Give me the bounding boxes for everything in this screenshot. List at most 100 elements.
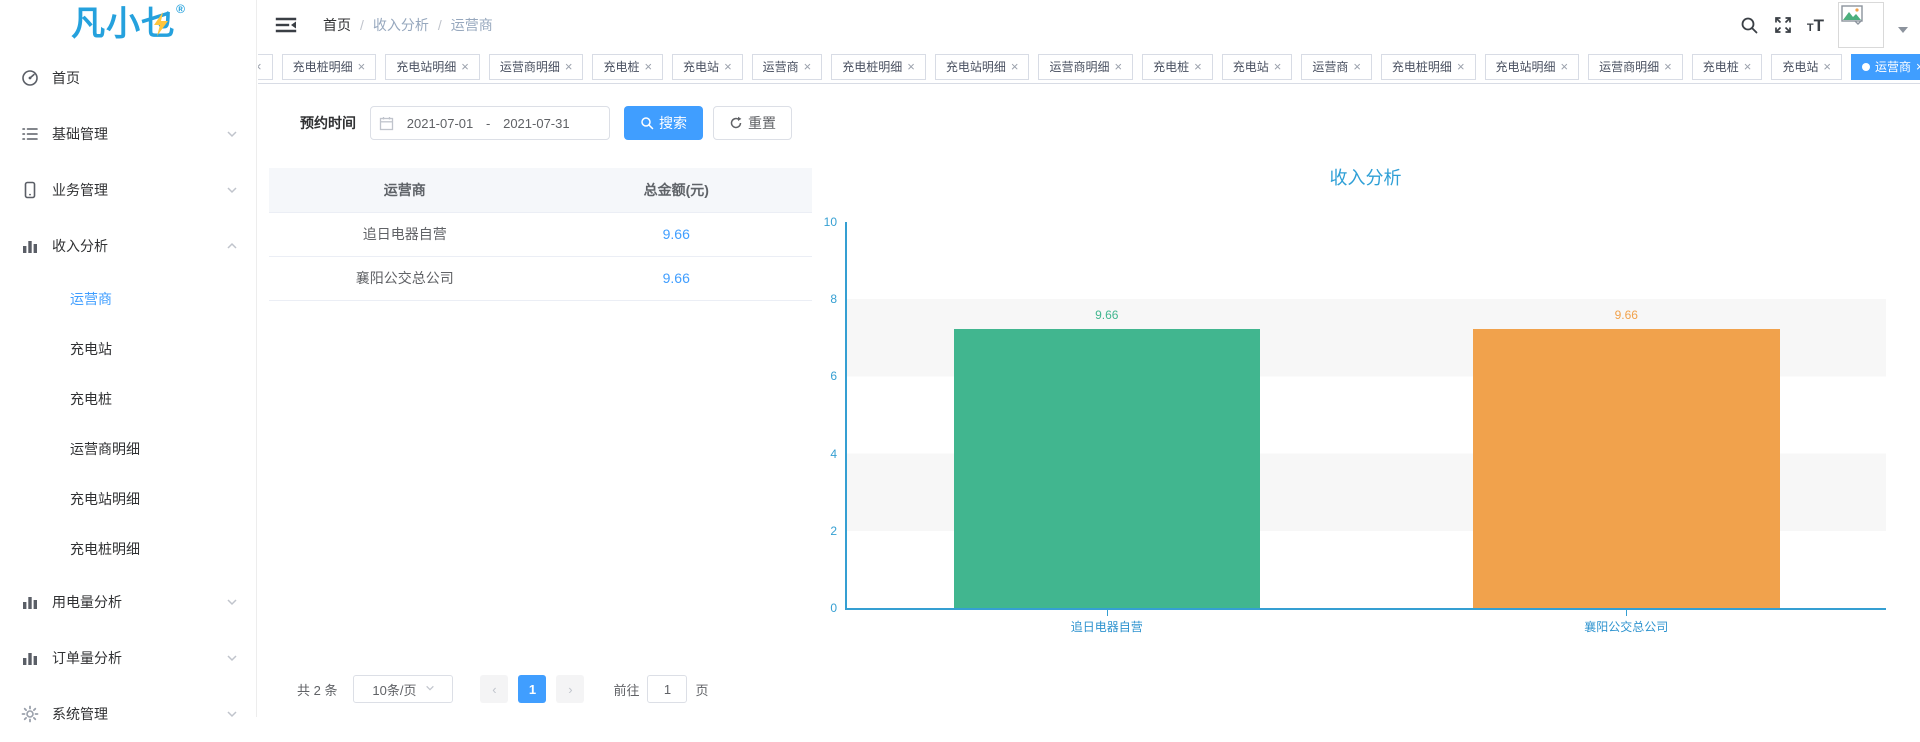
x-axis-tick xyxy=(1107,610,1108,616)
tab-item-active[interactable]: 运营商× xyxy=(1851,54,1920,80)
reset-button[interactable]: 重置 xyxy=(713,106,792,140)
date-end-input[interactable] xyxy=(494,116,578,131)
date-start-input[interactable] xyxy=(398,116,482,131)
close-icon[interactable]: × xyxy=(724,60,732,73)
close-icon[interactable]: × xyxy=(1274,60,1282,73)
next-page-button[interactable]: › xyxy=(556,675,584,703)
chevron-up-icon xyxy=(226,240,238,252)
tab-item[interactable]: 运营商× xyxy=(1301,54,1372,80)
submenu-item-pile-detail[interactable]: 充电桩明细 xyxy=(0,524,256,574)
sidebar-item-basic-mgmt[interactable]: 基础管理 xyxy=(0,106,256,162)
tab-item[interactable]: 运营商× xyxy=(258,54,273,80)
sidebar-item-order-analysis[interactable]: 订单量分析 xyxy=(0,630,256,686)
sidebar-item-system-mgmt[interactable]: 系统管理 xyxy=(0,686,256,742)
page-number-active[interactable]: 1 xyxy=(518,675,546,703)
bar-chart-icon xyxy=(20,236,40,256)
close-icon[interactable]: × xyxy=(644,60,652,73)
tab-item[interactable]: 充电桩× xyxy=(1692,54,1763,80)
close-icon[interactable]: × xyxy=(358,60,366,73)
y-axis-tick: 4 xyxy=(807,447,837,461)
tab-bar: 运营商× 充电桩明细× 充电站明细× 运营商明细× 充电桩× 充电站× 运营商×… xyxy=(258,50,1920,84)
bar-zhuiri xyxy=(954,329,1261,608)
bar-chart-icon xyxy=(20,592,40,612)
submenu-item-station-detail[interactable]: 充电站明细 xyxy=(0,474,256,524)
phone-icon xyxy=(20,180,40,200)
tab-item[interactable]: 充电站× xyxy=(672,54,743,80)
close-icon[interactable]: × xyxy=(1916,60,1920,73)
table-header-row: 运营商 总金额(元) xyxy=(269,168,812,212)
fullscreen-icon[interactable] xyxy=(1773,15,1793,35)
sidebar-collapse-icon[interactable] xyxy=(275,15,297,35)
topbar-actions: TT xyxy=(1739,2,1920,48)
chevron-down-icon[interactable] xyxy=(1898,27,1908,33)
tab-item[interactable]: 充电站× xyxy=(1771,54,1842,80)
operator-cell: 襄阳公交总公司 xyxy=(269,256,541,300)
calendar-icon xyxy=(379,116,394,131)
close-icon[interactable]: × xyxy=(804,60,812,73)
sidebar-item-income-analysis[interactable]: 收入分析 xyxy=(0,218,256,274)
close-icon[interactable]: × xyxy=(461,60,469,73)
tab-item[interactable]: 充电桩× xyxy=(1142,54,1213,80)
tab-item[interactable]: 充电站明细× xyxy=(935,54,1030,80)
close-icon[interactable]: × xyxy=(1744,60,1752,73)
submenu-item-operator-detail[interactable]: 运营商明细 xyxy=(0,424,256,474)
close-icon[interactable]: × xyxy=(1115,60,1123,73)
dashboard-icon xyxy=(20,68,40,88)
page-size-select[interactable]: 10条/页 xyxy=(353,675,453,703)
close-icon[interactable]: × xyxy=(1353,60,1361,73)
tab-item[interactable]: 运营商明细× xyxy=(1038,54,1133,80)
amount-link[interactable]: 9.66 xyxy=(663,270,690,286)
breadcrumb-income-analysis: 收入分析 xyxy=(373,15,429,35)
submenu-item-pile[interactable]: 充电桩 xyxy=(0,374,256,424)
search-button[interactable]: 搜索 xyxy=(624,106,703,140)
table-row: 追日电器自营 9.66 xyxy=(269,212,812,256)
column-operator: 运营商 xyxy=(269,168,541,212)
tab-item[interactable]: 充电站明细× xyxy=(1485,54,1580,80)
tab-item[interactable]: 充电桩明细× xyxy=(831,54,926,80)
search-icon[interactable] xyxy=(1739,15,1759,35)
goto-page: 前往 页 xyxy=(613,675,708,703)
x-axis-label: 襄阳公交总公司 xyxy=(1367,618,1887,635)
tab-item[interactable]: 运营商明细× xyxy=(1588,54,1683,80)
tab-item[interactable]: 运营商× xyxy=(752,54,823,80)
tab-item[interactable]: 充电桩明细× xyxy=(1381,54,1476,80)
y-axis-tick: 6 xyxy=(807,369,837,383)
submenu-item-operator[interactable]: 运营商 xyxy=(0,274,256,324)
y-axis-tick: 8 xyxy=(807,292,837,306)
date-filter-label: 预约时间 xyxy=(300,113,356,133)
close-icon[interactable]: × xyxy=(907,60,915,73)
prev-page-button[interactable]: ‹ xyxy=(480,675,508,703)
close-icon[interactable]: × xyxy=(1823,60,1831,73)
close-icon[interactable]: × xyxy=(1664,60,1672,73)
close-icon[interactable]: × xyxy=(1194,60,1202,73)
operator-cell: 追日电器自营 xyxy=(269,212,541,256)
sidebar-item-power-analysis[interactable]: 用电量分析 xyxy=(0,574,256,630)
sidebar-item-home[interactable]: 首页 xyxy=(0,50,256,106)
bar-value-label: 9.66 xyxy=(1615,308,1638,322)
app-logo[interactable]: 凡小乜 ® xyxy=(0,0,256,50)
date-range-picker[interactable]: - xyxy=(370,106,610,140)
sidebar-item-business-mgmt[interactable]: 业务管理 xyxy=(0,162,256,218)
close-icon[interactable]: × xyxy=(1457,60,1465,73)
submenu-item-station[interactable]: 充电站 xyxy=(0,324,256,374)
close-icon[interactable]: × xyxy=(1011,60,1019,73)
avatar[interactable] xyxy=(1838,2,1884,48)
close-icon[interactable]: × xyxy=(258,60,262,73)
tab-item[interactable]: 充电桩明细× xyxy=(282,54,377,80)
pagination: 共 2 条 10条/页 ‹ 1 › 前往 页 xyxy=(297,675,709,703)
lightning-bolt-icon xyxy=(152,12,170,36)
registered-mark: ® xyxy=(176,2,185,16)
bar-value-label: 9.66 xyxy=(1095,308,1118,322)
x-axis-label: 追日电器自营 xyxy=(847,618,1367,635)
close-icon[interactable]: × xyxy=(565,60,573,73)
close-icon[interactable]: × xyxy=(1561,60,1569,73)
font-size-icon[interactable]: TT xyxy=(1807,17,1824,34)
chevron-down-icon xyxy=(226,652,238,664)
breadcrumb-home[interactable]: 首页 xyxy=(323,15,351,35)
goto-page-input[interactable] xyxy=(647,675,687,703)
tab-item[interactable]: 运营商明细× xyxy=(489,54,584,80)
amount-link[interactable]: 9.66 xyxy=(663,226,690,242)
tab-item[interactable]: 充电站明细× xyxy=(385,54,480,80)
tab-item[interactable]: 充电站× xyxy=(1222,54,1293,80)
tab-item[interactable]: 充电桩× xyxy=(592,54,663,80)
